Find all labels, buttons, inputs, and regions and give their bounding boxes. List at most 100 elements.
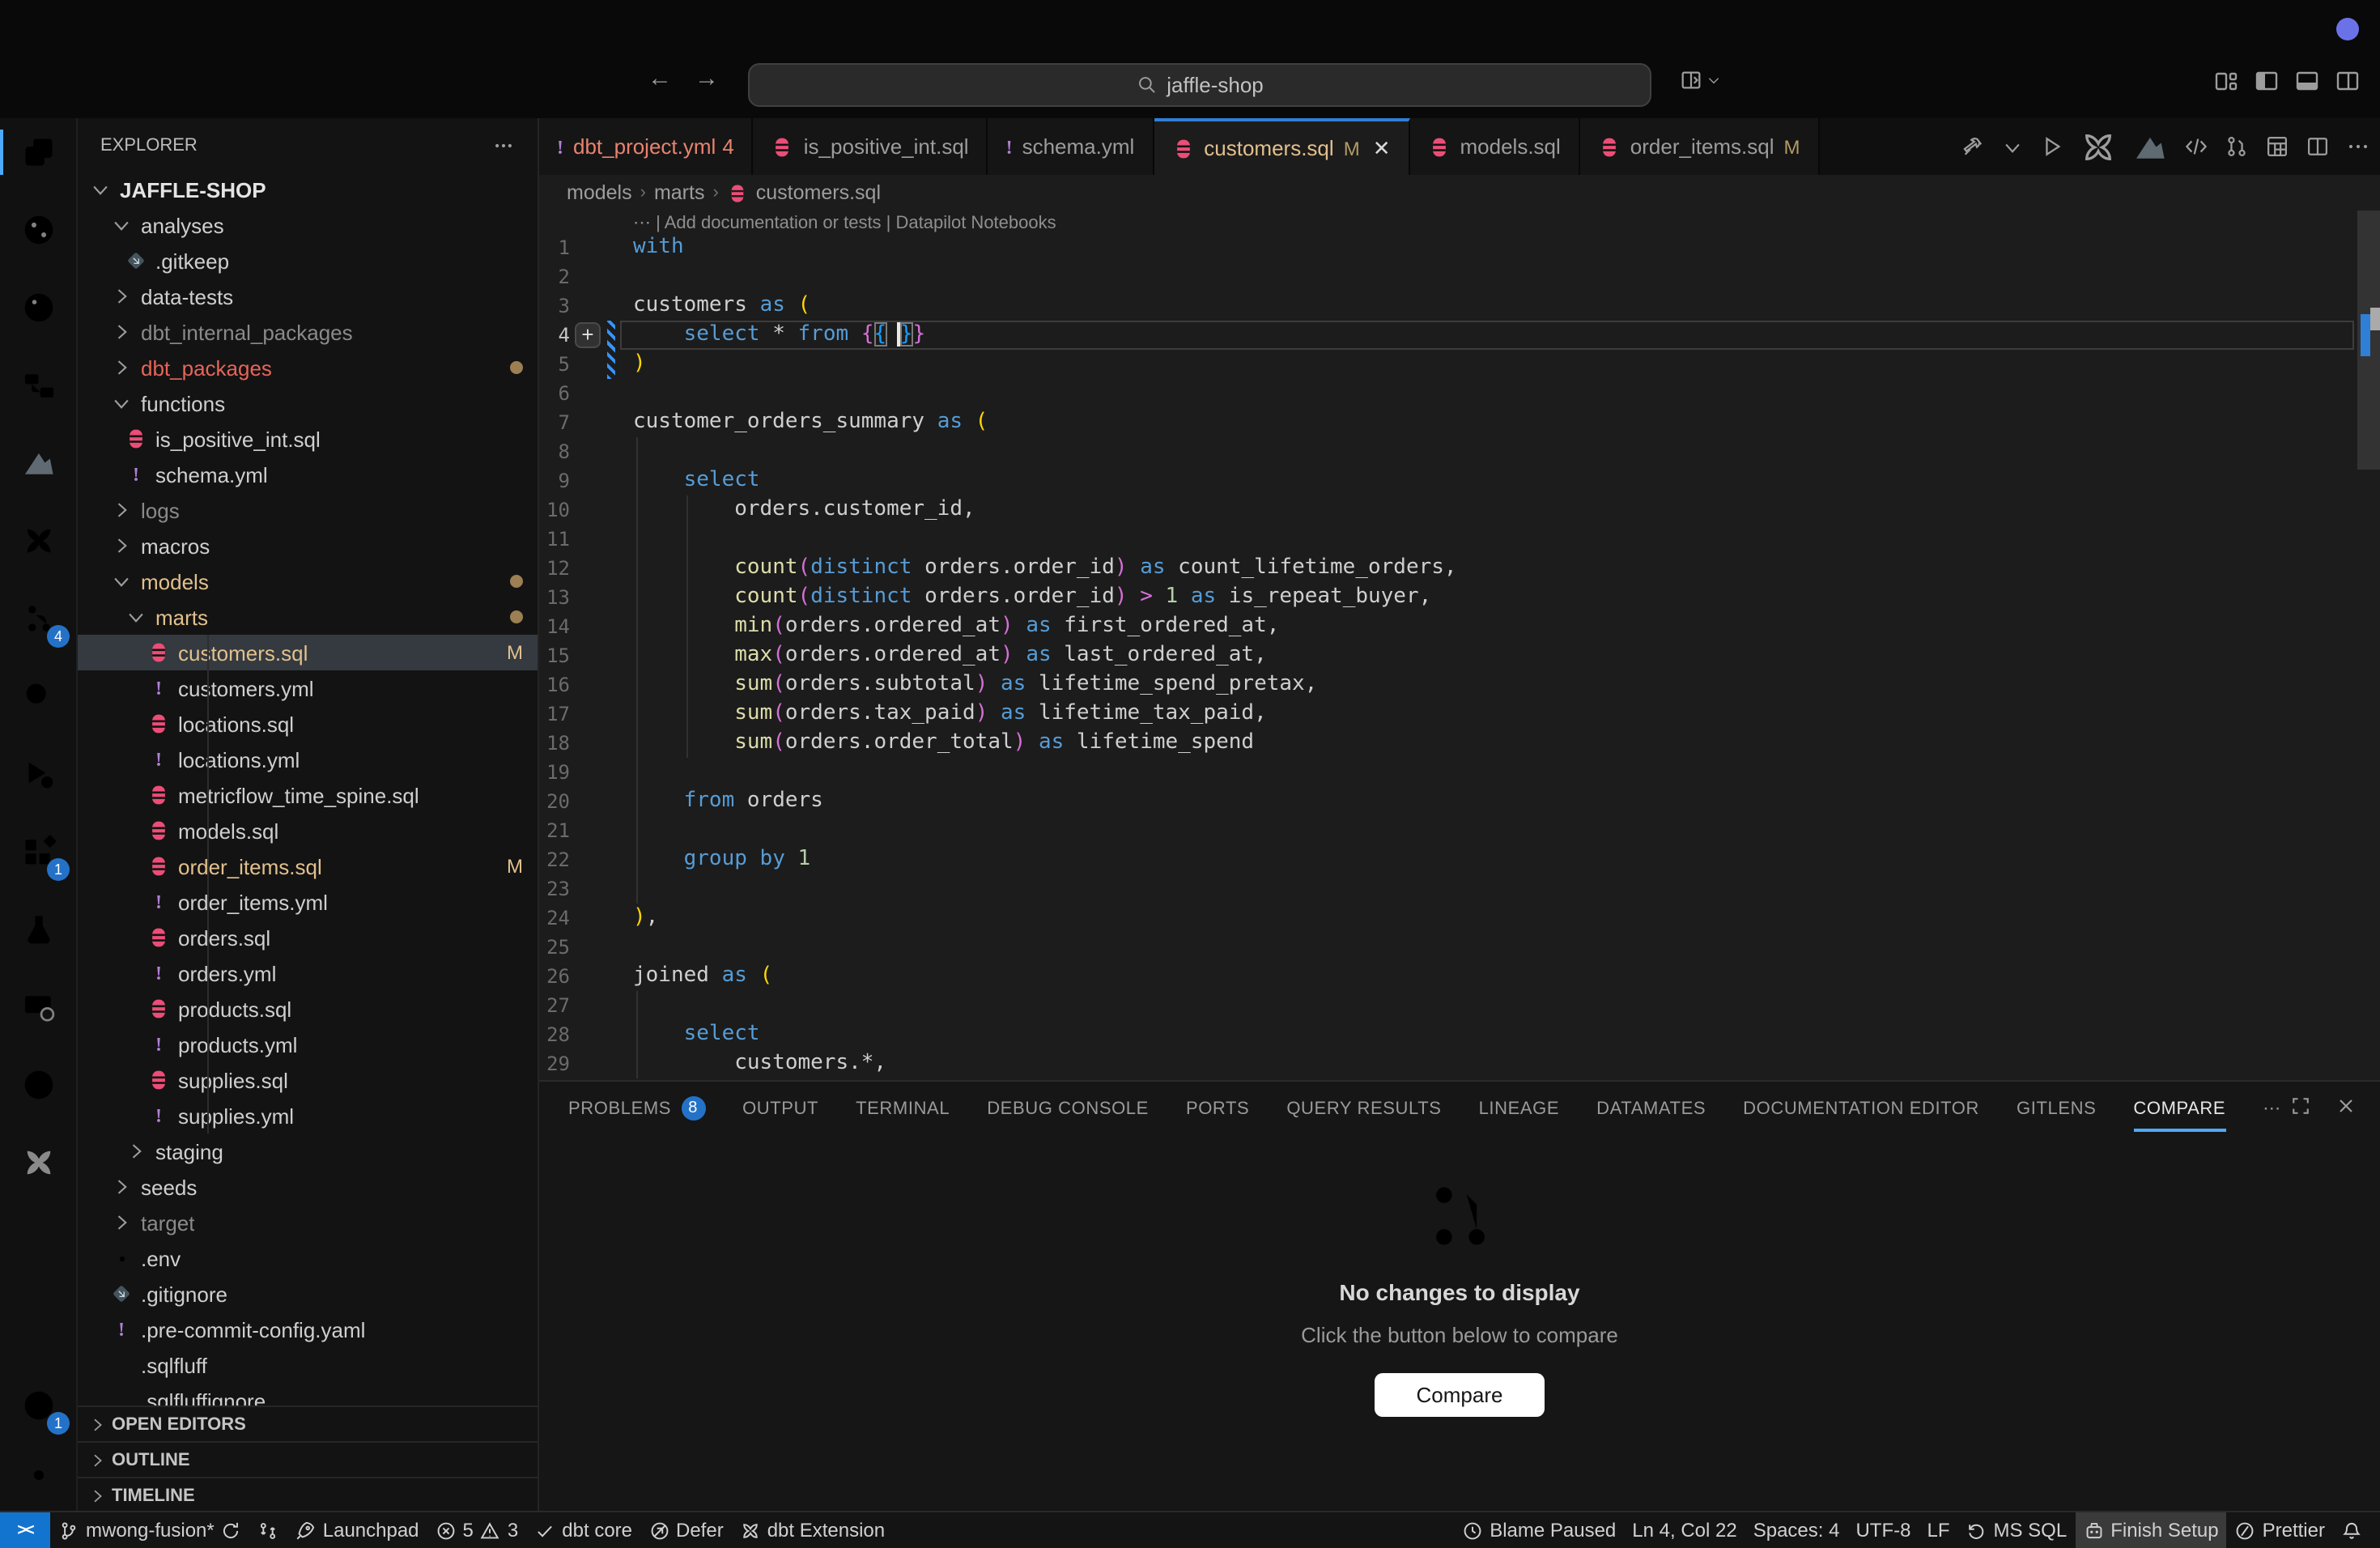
tree-item-analyses[interactable]: analyses xyxy=(78,207,538,243)
tree-item-metricflow_time_spine.sql[interactable]: metricflow_time_spine.sql xyxy=(78,777,538,813)
code-tag-icon[interactable] xyxy=(2184,134,2208,159)
code-line-12[interactable]: 12 count(distinct orders.order_id) as co… xyxy=(539,554,2380,583)
tree-item-order_items.yml[interactable]: !order_items.yml xyxy=(78,884,538,920)
chev-d-icon[interactable] xyxy=(2001,135,2024,158)
status-launchpad[interactable]: Launchpad xyxy=(287,1512,427,1548)
table-icon[interactable] xyxy=(2265,134,2289,159)
tree-item-marts[interactable]: marts xyxy=(78,599,538,635)
code-editor[interactable]: + ⋯ | Add documentation or tests | Datap… xyxy=(539,211,2380,1080)
tree-item-order_items.sql[interactable]: order_items.sqlM xyxy=(78,848,538,884)
tree-item-is_positive_int.sql[interactable]: is_positive_int.sql xyxy=(78,421,538,457)
status-cursor-position[interactable]: Ln 4, Col 22 xyxy=(1624,1512,1745,1548)
activity-source-control[interactable]: 4 xyxy=(13,593,65,644)
split-editor-icon[interactable] xyxy=(2306,134,2330,159)
tab-customers.sql[interactable]: customers.sqlM✕ xyxy=(1154,118,1409,175)
tree-item-orders.yml[interactable]: !orders.yml xyxy=(78,955,538,991)
panel-tab-COMPARE[interactable]: COMPARE xyxy=(2133,1099,2225,1118)
code-line-21[interactable]: 21 xyxy=(539,816,2380,845)
tree-item-schema.yml[interactable]: !schema.yml xyxy=(78,457,538,492)
close-panel-icon[interactable] xyxy=(2335,1095,2357,1117)
panel-tab-more[interactable]: ⋯ xyxy=(2263,1098,2281,1119)
layout-customize-icon[interactable] xyxy=(2213,68,2239,94)
code-line-15[interactable]: 15 max(orders.ordered_at) as last_ordere… xyxy=(539,641,2380,670)
activity-dbt-power-user[interactable] xyxy=(13,1137,65,1189)
code-line-23[interactable]: 23 xyxy=(539,874,2380,904)
tab-dbt_project.yml[interactable]: !dbt_project.yml4 xyxy=(539,118,754,175)
activity-flowchart[interactable] xyxy=(13,359,65,411)
status-problems[interactable]: 53 xyxy=(427,1512,527,1548)
activity-settings[interactable] xyxy=(13,1449,65,1501)
code-line-20[interactable]: 20 from orders xyxy=(539,787,2380,816)
code-line-27[interactable]: 27 xyxy=(539,991,2380,1020)
toggle-sidebar-icon[interactable] xyxy=(2254,68,2280,94)
status-dbt-extension[interactable]: dbt Extension xyxy=(732,1512,893,1548)
activity-search[interactable] xyxy=(13,670,65,722)
panel-tab-TERMINAL[interactable]: TERMINAL xyxy=(856,1099,950,1118)
explorer-more-icon[interactable] xyxy=(492,134,515,156)
code-line-4[interactable]: 4 select * from {{ }} xyxy=(539,321,2380,350)
tree-item-.gitignore[interactable]: .gitignore xyxy=(78,1276,538,1312)
code-line-8[interactable]: 8 xyxy=(539,437,2380,466)
forward-icon[interactable]: → xyxy=(695,65,719,92)
breadcrumb[interactable]: models› marts› customers.sql xyxy=(539,175,2380,211)
code-line-11[interactable]: 11 xyxy=(539,525,2380,554)
tree-item-functions[interactable]: functions xyxy=(78,385,538,421)
tree-item-staging[interactable]: staging xyxy=(78,1133,538,1169)
tree-item-target[interactable]: target xyxy=(78,1205,538,1240)
codelens[interactable]: ⋯ | Add documentation or tests | Datapil… xyxy=(633,212,1056,233)
tree-item-dbt_packages[interactable]: dbt_packages xyxy=(78,350,538,385)
maximize-panel-icon[interactable] xyxy=(2289,1095,2312,1117)
tools-icon[interactable] xyxy=(1961,134,1985,159)
editor-scrollbar[interactable] xyxy=(2357,211,2380,1080)
status-prettier[interactable]: Prettier xyxy=(2227,1512,2333,1548)
tab-schema.yml[interactable]: !schema.yml xyxy=(988,118,1154,175)
code-line-17[interactable]: 17 sum(orders.tax_paid) as lifetime_tax_… xyxy=(539,700,2380,729)
status-defer[interactable]: Defer xyxy=(640,1512,732,1548)
code-line-16[interactable]: 16 sum(orders.subtotal) as lifetime_spen… xyxy=(539,670,2380,700)
code-line-24[interactable]: 24), xyxy=(539,904,2380,933)
dbt-icon[interactable] xyxy=(2080,129,2116,164)
status-eol[interactable]: LF xyxy=(1919,1512,1957,1548)
command-center-search[interactable]: jaffle-shop xyxy=(748,63,1651,107)
back-icon[interactable]: ← xyxy=(648,65,672,92)
tree-item-models.sql[interactable]: models.sql xyxy=(78,813,538,848)
panel-tab-OUTPUT[interactable]: OUTPUT xyxy=(742,1099,818,1118)
activity-run-debug[interactable] xyxy=(13,748,65,800)
activity-altimate[interactable] xyxy=(13,437,65,489)
code-line-19[interactable]: 19 xyxy=(539,758,2380,787)
tree-item-JAFFLE-SHOP[interactable]: JAFFLE-SHOP xyxy=(78,172,538,207)
status-finish-setup[interactable]: Finish Setup xyxy=(2075,1512,2226,1548)
section-open-editors[interactable]: OPEN EDITORS xyxy=(78,1406,538,1441)
remote-indicator[interactable]: >< xyxy=(0,1512,50,1548)
activity-explorer[interactable] xyxy=(13,126,65,178)
code-line-3[interactable]: 3customers as ( xyxy=(539,291,2380,321)
section-timeline[interactable]: TIMELINE xyxy=(78,1477,538,1511)
activity-testing[interactable] xyxy=(13,904,65,955)
activity-github[interactable] xyxy=(13,1059,65,1111)
tree-item-supplies.sql[interactable]: supplies.sql xyxy=(78,1062,538,1098)
tree-item-.env[interactable]: .env xyxy=(78,1240,538,1276)
code-line-29[interactable]: 29 customers.*, xyxy=(539,1049,2380,1078)
code-line-13[interactable]: 13 count(distinct orders.order_id) > 1 a… xyxy=(539,583,2380,612)
code-line-1[interactable]: 1with xyxy=(539,233,2380,262)
activity-extensions[interactable]: 1 xyxy=(13,826,65,878)
toggle-secondary-sidebar-icon[interactable] xyxy=(2335,68,2361,94)
tree-item-locations.yml[interactable]: !locations.yml xyxy=(78,742,538,777)
toggle-panel-icon[interactable] xyxy=(2294,68,2320,94)
panel-tab-QUERY RESULTS[interactable]: QUERY RESULTS xyxy=(1286,1099,1441,1118)
status-dbt-core[interactable]: dbt core xyxy=(526,1512,640,1548)
status-blame[interactable]: Blame Paused xyxy=(1454,1512,1624,1548)
tree-item-.sqlfluff[interactable]: .sqlfluff xyxy=(78,1347,538,1383)
tree-item-customers.sql[interactable]: customers.sqlM xyxy=(78,635,538,670)
activity-account[interactable]: 1 xyxy=(13,1380,65,1431)
activity-remote-explorer[interactable] xyxy=(13,981,65,1033)
tree-item-.gitkeep[interactable]: .gitkeep xyxy=(78,243,538,279)
altimate-icon[interactable] xyxy=(2132,129,2168,164)
panel-tab-DOCUMENTATION EDITOR[interactable]: DOCUMENTATION EDITOR xyxy=(1743,1099,1979,1118)
panel-tab-PORTS[interactable]: PORTS xyxy=(1186,1099,1249,1118)
tab-is_positive_int.sql[interactable]: is_positive_int.sql xyxy=(754,118,988,175)
tree-item-customers.yml[interactable]: !customers.yml xyxy=(78,670,538,706)
section-outline[interactable]: OUTLINE xyxy=(78,1441,538,1477)
tree-item-orders.sql[interactable]: orders.sql xyxy=(78,920,538,955)
tree-item-locations.sql[interactable]: locations.sql xyxy=(78,706,538,742)
